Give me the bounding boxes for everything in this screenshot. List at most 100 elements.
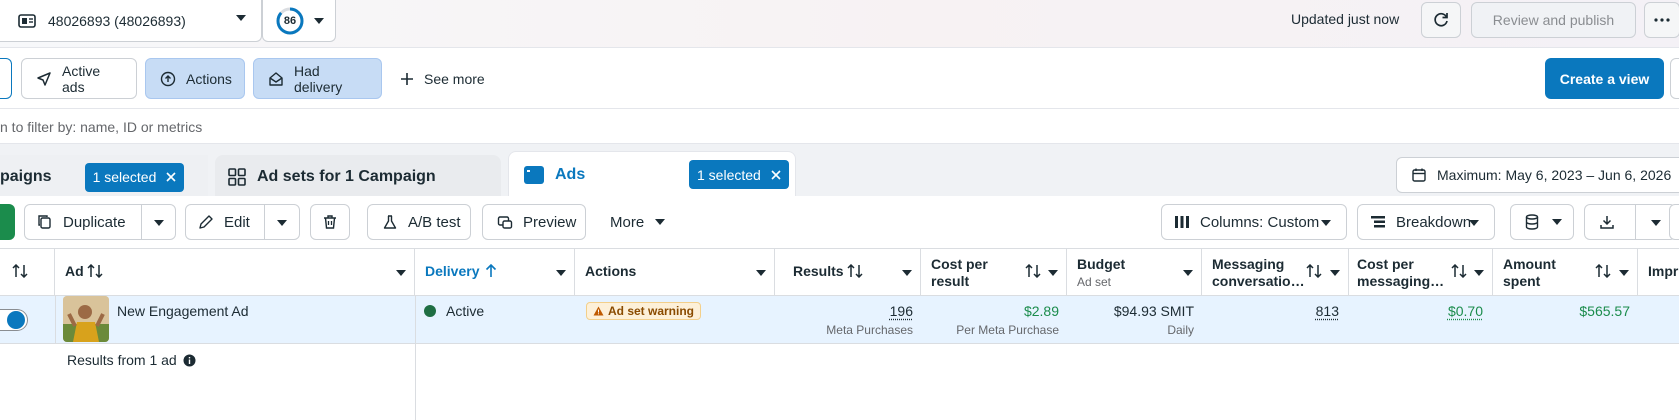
chevron-down-icon[interactable] (153, 219, 165, 227)
edit-label: Edit (224, 213, 250, 231)
breakdown-button[interactable]: Breakdown (1357, 204, 1495, 240)
review-publish-button[interactable]: Review and publish (1471, 2, 1636, 38)
chevron-down-icon[interactable] (396, 270, 406, 276)
chevron-down-icon[interactable] (1183, 270, 1193, 276)
duplicate-icon (37, 214, 53, 230)
search-input[interactable]: n to filter by: name, ID or metrics (0, 119, 202, 135)
chip-label: Had delivery (294, 62, 343, 95)
opportunity-score[interactable]: 86 (262, 0, 336, 42)
more-button[interactable]: More (610, 204, 666, 240)
inbox-icon (268, 71, 284, 87)
chevron-down-icon[interactable] (556, 270, 566, 276)
sort-icon[interactable] (87, 264, 103, 278)
column-header-delivery[interactable]: Delivery (415, 248, 575, 296)
sort-icon[interactable] (1451, 264, 1467, 278)
chip-label: Actions (186, 70, 232, 87)
reports-button[interactable] (1510, 204, 1574, 240)
preview-button[interactable]: Preview (482, 204, 586, 240)
column-header-cost-per-result[interactable]: Cost per result (921, 248, 1067, 296)
ad-name[interactable]: New Engagement Ad (117, 303, 249, 319)
ab-test-button[interactable]: A/B test (367, 204, 471, 240)
sort-icon[interactable] (12, 264, 28, 278)
chevron-down-icon (1320, 219, 1332, 227)
column-header-toggle[interactable] (0, 248, 55, 296)
edit-button[interactable]: Edit (185, 204, 300, 240)
ad-set-warning-badge[interactable]: Ad set warning (586, 302, 702, 320)
close-icon[interactable] (771, 169, 781, 180)
search-bar[interactable]: n to filter by: name, ID or metrics (0, 108, 1679, 144)
chevron-down-icon[interactable] (1048, 270, 1058, 276)
budget-type: Daily (1167, 323, 1194, 337)
tab-campaigns[interactable]: paigns 1 selected (0, 155, 208, 199)
close-icon[interactable] (166, 172, 176, 182)
delete-button[interactable] (310, 204, 350, 240)
column-header-actions[interactable]: Actions (575, 248, 775, 296)
search-chip-edge[interactable] (0, 58, 12, 99)
chevron-down-icon[interactable] (1650, 219, 1662, 227)
flask-icon (382, 214, 398, 230)
sort-icon[interactable] (1025, 264, 1041, 278)
column-header-messaging-conversations[interactable]: Messaging conversatio… (1202, 248, 1349, 296)
cost-per-messaging-value[interactable]: $0.70 (1448, 303, 1483, 319)
tab-ad-sets[interactable]: Ad sets for 1 Campaign (215, 155, 501, 199)
sort-icon[interactable] (1595, 264, 1611, 278)
columns-button[interactable]: Columns: Custom (1161, 204, 1347, 240)
more-options-button[interactable] (1644, 2, 1679, 38)
ads-selected-pill[interactable]: 1 selected (689, 160, 789, 189)
column-header-ad[interactable]: Ad (55, 248, 415, 296)
column-header-amount-spent[interactable]: Amount spent (1493, 248, 1638, 296)
tab-label: paigns (0, 168, 52, 185)
cost-per-result-cell: $2.89 Per Meta Purchase (921, 296, 1059, 344)
updated-status: Updated just now (1291, 11, 1400, 27)
duplicate-button[interactable]: Duplicate (24, 204, 176, 240)
sort-icon[interactable] (1306, 264, 1322, 278)
export-button[interactable] (1584, 204, 1676, 240)
column-header-cost-per-messaging[interactable]: Cost per messaging… (1349, 248, 1493, 296)
chevron-down-icon[interactable] (1619, 270, 1629, 276)
campaigns-selected-pill[interactable]: 1 selected (84, 162, 185, 192)
selected-count: 1 selected (697, 166, 761, 183)
ad-status-toggle[interactable] (0, 309, 28, 331)
create-view-button[interactable]: Create a view (1545, 58, 1664, 99)
view-menu-edge[interactable] (1670, 58, 1679, 99)
chevron-down-icon (313, 17, 325, 25)
see-more-button[interactable]: See more (400, 58, 485, 99)
delivery-status: Active (424, 303, 484, 319)
filter-chip-had-delivery[interactable]: Had delivery (253, 58, 382, 99)
ad-name-cell[interactable]: New Engagement Ad (117, 296, 412, 344)
date-range-picker[interactable]: Maximum: May 6, 2023 – Jun 6, 2026 (1396, 157, 1679, 193)
tab-label: Ads (555, 165, 586, 183)
info-icon[interactable] (183, 354, 196, 367)
toolbar-edge-button[interactable] (1669, 204, 1679, 240)
header-label: Results (793, 263, 844, 279)
breakdown-label: Breakdown (1396, 213, 1472, 231)
chevron-down-icon[interactable] (756, 270, 766, 276)
status-dot-icon (424, 305, 436, 317)
chevron-down-icon (1468, 219, 1480, 227)
tab-ads[interactable]: Ads 1 selected (508, 151, 796, 197)
create-button-edge[interactable] (0, 204, 15, 240)
plus-icon (400, 72, 414, 86)
column-header-results[interactable]: Results (775, 248, 921, 296)
results-value[interactable]: 196 (890, 303, 913, 319)
filter-chip-actions[interactable]: Actions (145, 58, 245, 99)
messaging-value[interactable]: 813 (1316, 303, 1339, 319)
chevron-down-icon[interactable] (1330, 270, 1340, 276)
refresh-button[interactable] (1421, 2, 1461, 38)
sort-icon[interactable] (847, 264, 863, 278)
database-icon (1525, 214, 1539, 230)
chevron-down-icon[interactable] (276, 219, 288, 227)
results-cell: 196 Meta Purchases (775, 296, 913, 344)
preview-icon (497, 214, 513, 230)
filter-chip-active-ads[interactable]: Active ads (21, 58, 137, 99)
header-label: Messaging conversatio… (1212, 256, 1305, 289)
column-header-budget[interactable]: Budget Ad set (1067, 248, 1202, 296)
header-label: Delivery (425, 263, 480, 279)
sort-ascending-icon[interactable] (485, 264, 497, 278)
send-icon (36, 71, 52, 87)
chevron-down-icon[interactable] (1474, 270, 1484, 276)
budget-cell: $94.93 SMIT Daily (1067, 296, 1194, 344)
account-selector[interactable]: 48026893 (48026893) (0, 0, 262, 42)
chevron-down-icon[interactable] (902, 270, 912, 276)
column-header-impressions[interactable]: Impr (1638, 248, 1679, 296)
